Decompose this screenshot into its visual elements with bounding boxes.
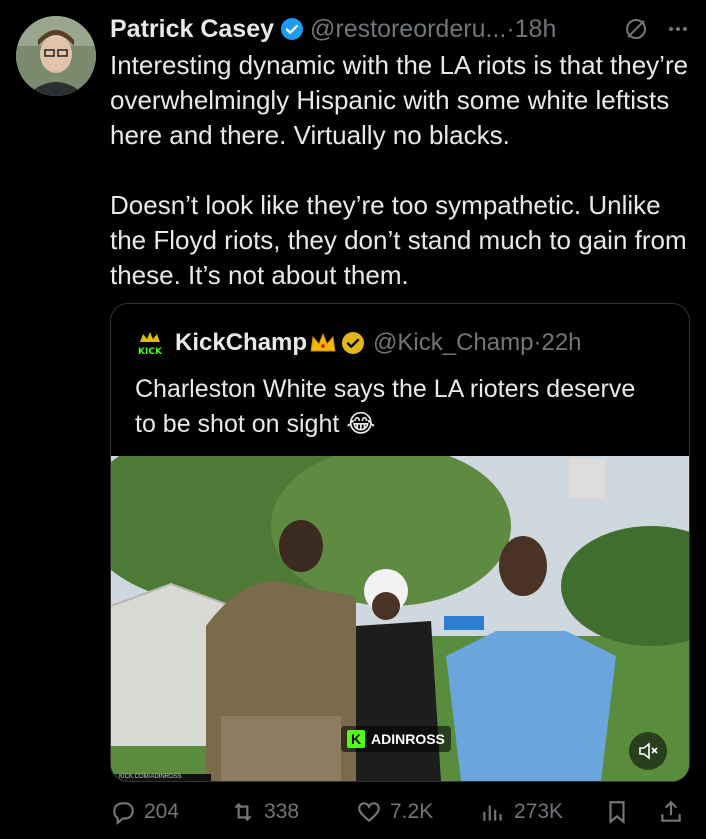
tweet-time[interactable]: 18h bbox=[515, 15, 557, 44]
reply-count: 204 bbox=[144, 800, 180, 823]
mute-button[interactable] bbox=[629, 732, 667, 770]
repost-icon bbox=[234, 802, 252, 822]
quote-author-name[interactable]: KickChamp bbox=[175, 329, 307, 357]
quote-author-handle[interactable]: @Kick_Champ bbox=[373, 329, 533, 357]
header-separator: · bbox=[506, 14, 515, 43]
quote-header: KICK KickChamp @Kick_Champ · 22h bbox=[135, 328, 582, 358]
views-button[interactable]: 273K bbox=[480, 799, 563, 825]
author-handle[interactable]: @restoreorderu... bbox=[310, 15, 506, 44]
verified-badge-icon bbox=[281, 18, 304, 40]
tweet-header: Patrick Casey @restoreorderu... · 18h bbox=[110, 12, 690, 46]
reply-button[interactable]: 204 bbox=[110, 799, 179, 825]
like-count: 7.2K bbox=[390, 800, 434, 823]
author-name[interactable]: Patrick Casey bbox=[110, 15, 274, 44]
kick-crown-avatar-icon[interactable]: KICK bbox=[135, 328, 165, 358]
action-bar: 204 338 7.2K 273K bbox=[110, 792, 690, 832]
watermark-text: ADINROSS bbox=[371, 731, 445, 747]
mute-icon bbox=[639, 742, 658, 760]
author-avatar[interactable] bbox=[16, 16, 96, 96]
like-button[interactable]: 7.2K bbox=[356, 799, 433, 825]
quote-separator: · bbox=[533, 329, 542, 356]
quote-video[interactable]: K ADINROSS KICK.COM/ADINROSS bbox=[111, 456, 689, 781]
grok-icon[interactable] bbox=[624, 17, 648, 41]
reply-icon bbox=[113, 802, 134, 825]
video-watermark: K ADINROSS bbox=[341, 726, 451, 752]
views-count: 273K bbox=[514, 800, 564, 823]
crown-emoji-icon bbox=[310, 332, 336, 352]
repost-button[interactable]: 338 bbox=[230, 799, 299, 825]
repost-count: 338 bbox=[264, 800, 300, 823]
kick-avatar-text: KICK bbox=[138, 347, 163, 357]
more-icon[interactable] bbox=[666, 17, 690, 41]
share-icon[interactable] bbox=[658, 799, 684, 825]
quote-time[interactable]: 22h bbox=[541, 329, 581, 357]
like-icon bbox=[358, 802, 380, 823]
verified-gold-badge-icon bbox=[342, 332, 365, 354]
bookmark-icon[interactable] bbox=[604, 799, 630, 825]
quoted-tweet[interactable]: KICK KickChamp @Kick_Champ · 22h Charles… bbox=[110, 303, 690, 782]
tweet-text: Interesting dynamic with the LA riots is… bbox=[110, 50, 689, 290]
quote-text: Charleston White says the LA rioters des… bbox=[135, 375, 636, 438]
views-icon bbox=[483, 805, 502, 821]
caption-strip-text: KICK.COM/ADINROSS bbox=[119, 774, 182, 780]
kick-logo-icon: K bbox=[347, 730, 365, 748]
